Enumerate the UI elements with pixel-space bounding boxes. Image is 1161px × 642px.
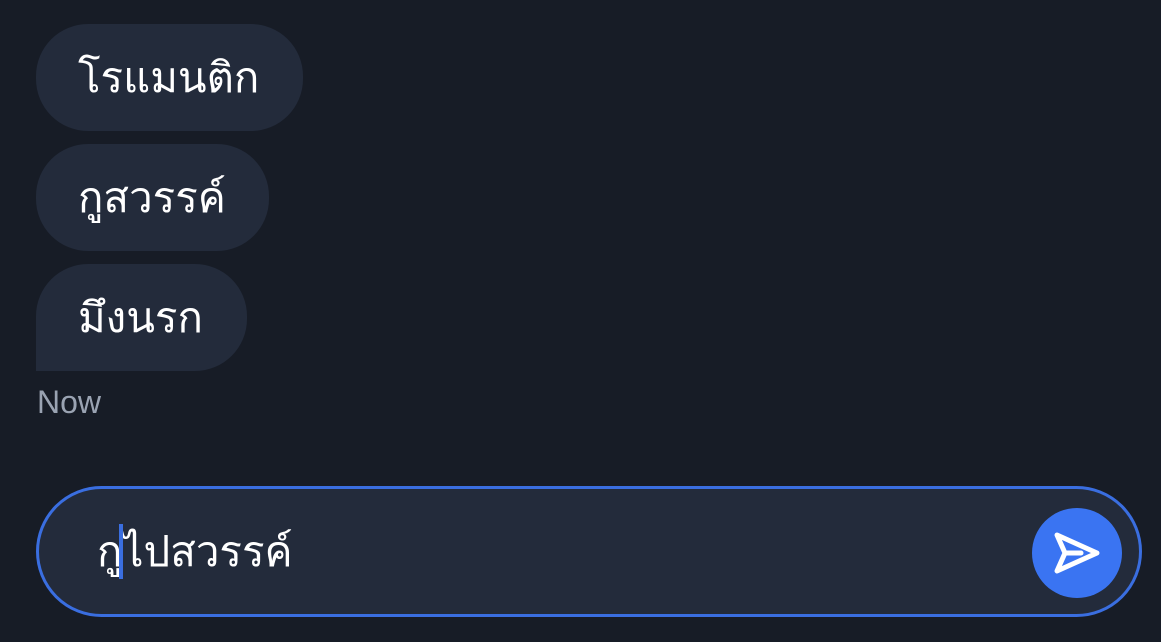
message-input[interactable]: กูไปสวรรค์ [97, 489, 293, 614]
message-timestamp: Now [37, 384, 102, 420]
message-text: กูสวรรค์ [78, 173, 226, 222]
message-text: มึงนรก [78, 293, 203, 342]
message-bubble[interactable]: กูสวรรค์ [36, 144, 269, 251]
chat-window: โรแมนติก กูสวรรค์ มึงนรก Now กูไปสวรรค์ [0, 0, 1161, 642]
message-bubble[interactable]: มึงนรก [36, 264, 247, 371]
message-bubble[interactable]: โรแมนติก [36, 24, 303, 131]
send-button[interactable] [1032, 508, 1122, 598]
message-composer[interactable]: กูไปสวรรค์ [36, 486, 1142, 617]
message-text: โรแมนติก [78, 53, 260, 102]
text-caret [119, 524, 123, 579]
send-icon [1054, 532, 1100, 574]
